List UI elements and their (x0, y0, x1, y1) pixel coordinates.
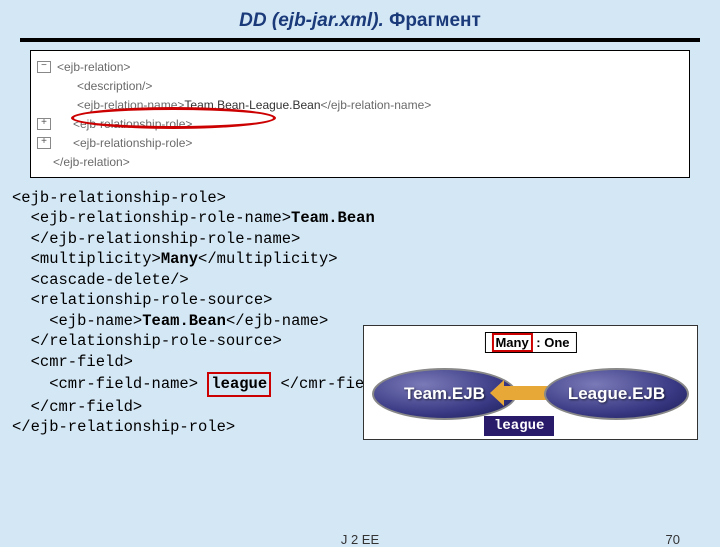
tree-tag: <ejb-relationship-role> (73, 117, 192, 131)
tree-row: <ejb-relation-name>Team.Bean-League.Bean… (37, 95, 689, 114)
multiplicity-label: Many : One (484, 332, 576, 353)
many-highlight: Many (491, 333, 532, 352)
title-fragment: Фрагмент (389, 10, 481, 31)
tree-row: + <ejb-relationship-role> (37, 114, 689, 133)
collapse-icon[interactable]: − (37, 61, 51, 73)
tree-row: − <ejb-relation> (37, 57, 689, 76)
tree-tag: </ejb-relation-name> (321, 98, 432, 112)
tree-tag: <description/> (77, 79, 152, 93)
tree-value: Team.Bean-League.Bean (184, 98, 320, 112)
tree-row: <description/> (37, 76, 689, 95)
code-line: <ejb-relationship-role> (12, 188, 708, 208)
code-line: <relationship-role-source> (12, 290, 708, 310)
title-main: DD (ejb-jar.xml). (239, 10, 384, 31)
title-underline (20, 38, 700, 42)
code-line: <cascade-delete/> (12, 270, 708, 290)
tree-tag: <ejb-relation> (57, 60, 130, 74)
league-field-label: league (484, 416, 554, 436)
tree-tag: </ejb-relation> (53, 155, 130, 169)
relationship-diagram: Many : One Team.EJB League.EJB league (363, 325, 698, 440)
tree-tag: <ejb-relationship-role> (73, 136, 192, 150)
highlight-box: league (207, 372, 271, 396)
code-line: </ejb-relationship-role-name> (12, 229, 708, 249)
expand-icon[interactable]: + (37, 137, 51, 149)
bold-value: Team.Bean (291, 209, 375, 227)
code-line: <ejb-relationship-role-name>Team.Bean (12, 208, 708, 228)
bold-value: Team.Bean (142, 312, 226, 330)
slide-title: DD (ejb-jar.xml). Фрагмент (0, 0, 720, 38)
tree-tag: <ejb-relation-name> (77, 98, 184, 112)
tree-row: </ejb-relation> (37, 152, 689, 171)
code-line: <multiplicity>Many</multiplicity> (12, 249, 708, 269)
bold-value: Many (161, 250, 198, 268)
league-ejb-node: League.EJB (544, 368, 689, 420)
expand-icon[interactable]: + (37, 118, 51, 130)
tree-row: + <ejb-relationship-role> (37, 133, 689, 152)
xml-tree-panel: − <ejb-relation> <description/> <ejb-rel… (30, 50, 690, 178)
